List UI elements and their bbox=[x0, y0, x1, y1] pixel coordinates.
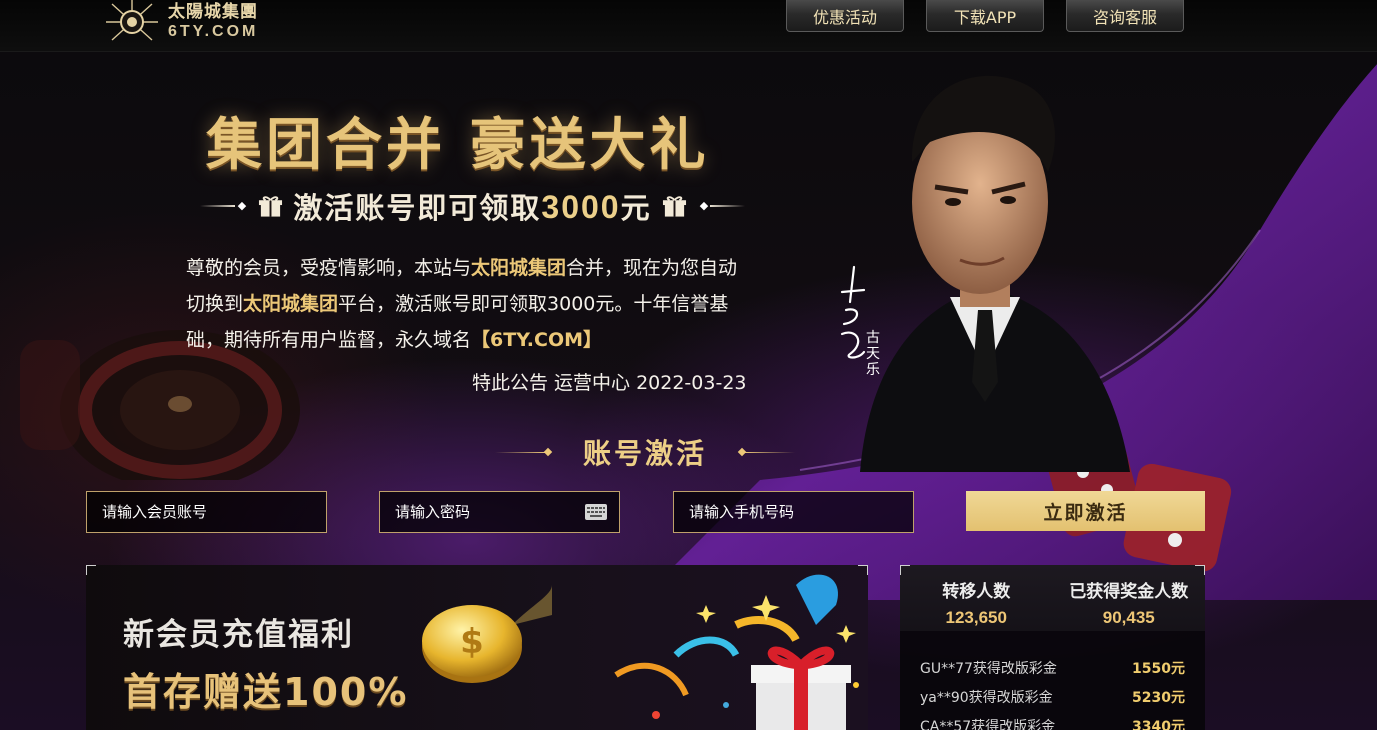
site-logo[interactable]: 太陽城集團 6TY.COM bbox=[104, 0, 258, 44]
divider-dot bbox=[699, 201, 708, 211]
header-nav: 优惠活动 下载APP 咨询客服 bbox=[786, 0, 1184, 32]
account-input[interactable] bbox=[87, 492, 326, 532]
promotions-button[interactable]: 优惠活动 bbox=[786, 0, 904, 32]
promo-heading: 新会员充值福利 bbox=[123, 617, 354, 653]
phone-field bbox=[673, 491, 914, 533]
frame-corner bbox=[1195, 565, 1205, 575]
subtitle-suffix: 元 bbox=[620, 191, 652, 225]
promo-offer: 首存赠送100% bbox=[123, 670, 409, 714]
account-field bbox=[86, 491, 327, 533]
keyboard-icon[interactable] bbox=[585, 504, 607, 520]
brand-highlight: 太阳城集团 bbox=[243, 293, 339, 315]
activate-now-button[interactable]: 立即激活 bbox=[966, 491, 1205, 531]
logo-domain-text: 6TY.COM bbox=[168, 23, 259, 40]
list-item: CA**57获得改版彩金 3340元 bbox=[900, 711, 1205, 730]
stats-panel: 转移人数 123,650 已获得奖金人数 90,435 GU**77获得改版彩金… bbox=[900, 565, 1205, 730]
top-header: 太陽城集團 6TY.COM 优惠活动 下载APP 咨询客服 bbox=[0, 0, 1377, 52]
winner-name: GU**77获得改版彩金 bbox=[920, 660, 1057, 677]
list-item: ya**90获得改版彩金 5230元 bbox=[900, 682, 1205, 711]
gift-icon bbox=[662, 196, 686, 217]
transfer-stat: 转移人数 123,650 bbox=[900, 565, 1053, 631]
winner-amount: 1550元 bbox=[1132, 660, 1185, 677]
activation-heading: 账号激活 bbox=[582, 437, 707, 470]
frame-corner bbox=[86, 565, 96, 575]
winner-name: CA**57获得改版彩金 bbox=[920, 718, 1056, 730]
domain-highlight: 【6TY.COM】 bbox=[471, 329, 603, 351]
bonus-label: 已获得奖金人数 bbox=[1069, 582, 1189, 602]
title-diamond bbox=[543, 447, 553, 457]
svg-text:$: $ bbox=[460, 622, 484, 662]
download-app-button[interactable]: 下载APP bbox=[926, 0, 1044, 32]
announcement-signoff: 特此公告 运营中心 2022-03-23 bbox=[472, 372, 747, 394]
gold-coin-icon: $ bbox=[422, 585, 552, 683]
transfer-value: 123,650 bbox=[945, 608, 1007, 627]
spokesperson-name: 古天乐 bbox=[866, 330, 880, 378]
phone-input[interactable] bbox=[674, 492, 913, 532]
bonus-amount: 3000 bbox=[541, 189, 621, 225]
logo-chinese-text: 太陽城集團 bbox=[168, 2, 258, 22]
winner-amount: 5230元 bbox=[1132, 689, 1185, 706]
frame-corner bbox=[900, 565, 910, 575]
title-line-left bbox=[494, 451, 545, 453]
winner-amount: 3340元 bbox=[1132, 718, 1185, 730]
gift-box-confetti-decoration bbox=[614, 574, 859, 730]
sun-emblem-icon bbox=[106, 0, 158, 41]
notice-part-1: 尊敬的会员，受疫情影响，本站与 bbox=[186, 257, 472, 279]
password-field bbox=[379, 491, 620, 533]
divider-line bbox=[710, 205, 745, 207]
divider-dot bbox=[237, 201, 246, 211]
brand-highlight: 太阳城集团 bbox=[471, 257, 567, 279]
customer-service-button[interactable]: 咨询客服 bbox=[1066, 0, 1184, 32]
new-member-promo-banner[interactable]: 新会员充值福利 首存赠送100% $ bbox=[86, 565, 868, 730]
bonus-value: 90,435 bbox=[1102, 608, 1155, 627]
announcement-text: 尊敬的会员，受疫情影响，本站与太阳城集团合并，现在为您自动切换到太阳城集团平台，… bbox=[186, 250, 746, 358]
bonus-stat: 已获得奖金人数 90,435 bbox=[1053, 565, 1206, 631]
hero-title: 集团合并 豪送大礼 bbox=[206, 113, 710, 178]
hero-subtitle-text: 激活账号即可领取3000元 bbox=[293, 185, 651, 227]
password-input[interactable] bbox=[380, 492, 585, 532]
winner-name: ya**90获得改版彩金 bbox=[920, 689, 1053, 706]
spokesperson-signature bbox=[840, 265, 866, 359]
stats-header: 转移人数 123,650 已获得奖金人数 90,435 bbox=[900, 565, 1205, 631]
gift-icon bbox=[259, 196, 283, 217]
list-item: GU**77获得改版彩金 1550元 bbox=[900, 653, 1205, 682]
winners-list: GU**77获得改版彩金 1550元 ya**90获得改版彩金 5230元 CA… bbox=[900, 653, 1205, 730]
hero-subtitle: 激活账号即可领取3000元 bbox=[200, 186, 745, 226]
subtitle-prefix: 激活账号即可领取 bbox=[293, 191, 542, 225]
transfer-label: 转移人数 bbox=[942, 582, 1011, 602]
activation-title: 账号激活 bbox=[470, 432, 820, 472]
title-line-right bbox=[745, 451, 795, 453]
divider-line bbox=[200, 205, 235, 207]
